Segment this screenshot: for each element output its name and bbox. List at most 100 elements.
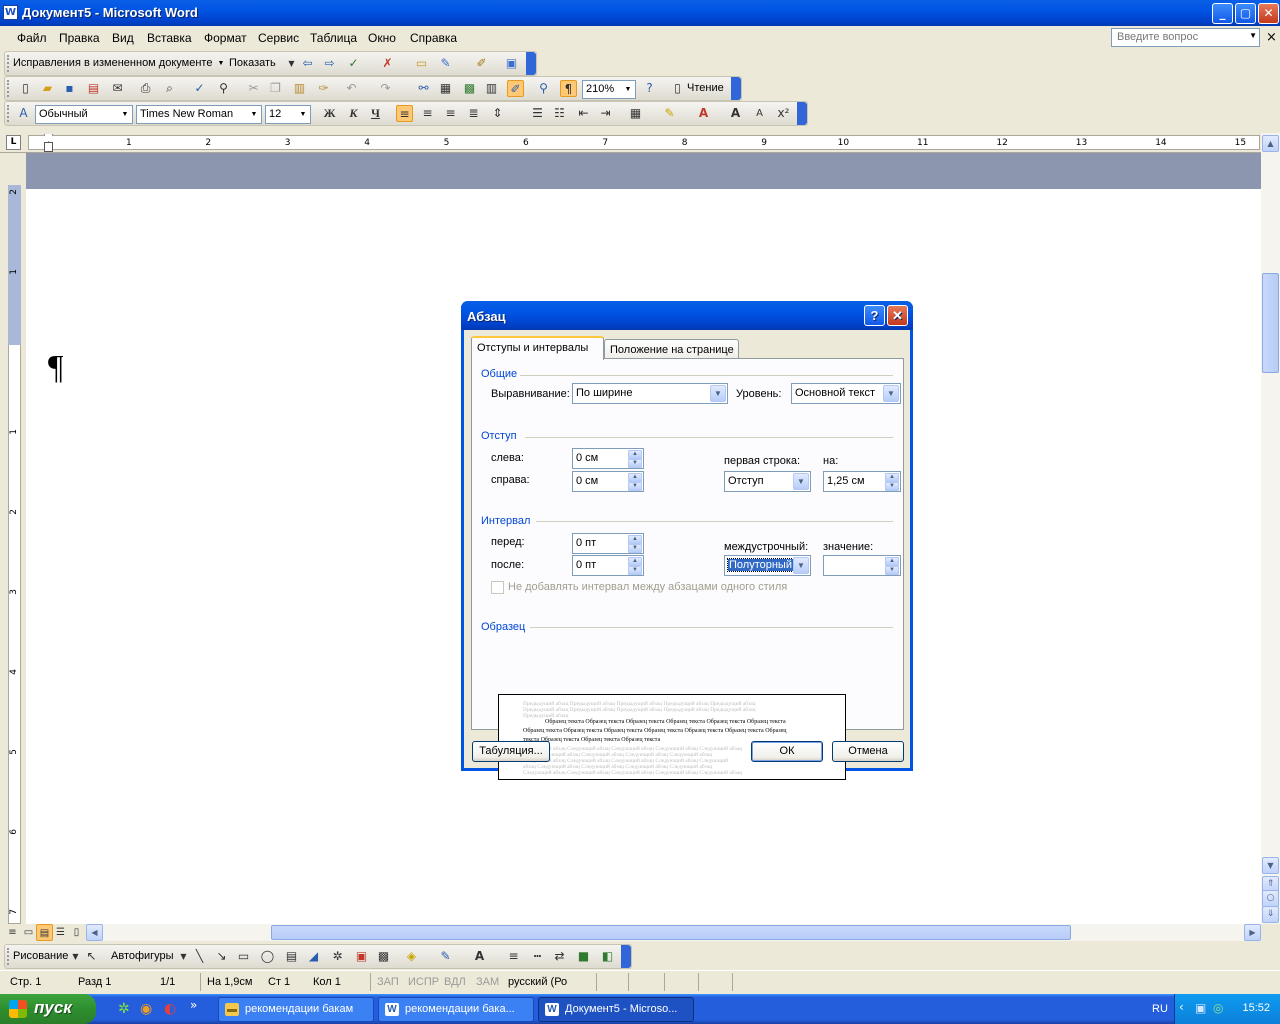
spin-down-icon[interactable]: ▼ bbox=[628, 566, 642, 575]
language-indicator[interactable]: RU bbox=[1152, 1003, 1168, 1015]
redo-icon[interactable]: ↷ bbox=[377, 80, 394, 97]
spacing-after-spinner[interactable]: 0 пт ▲ ▼ bbox=[572, 555, 644, 576]
cancel-button[interactable]: Отмена bbox=[832, 741, 904, 762]
scroll-down-button[interactable]: ▼ bbox=[1262, 857, 1279, 874]
italic-button[interactable]: К bbox=[345, 105, 362, 122]
email-icon[interactable]: ✉ bbox=[109, 80, 126, 97]
new-document-icon[interactable]: ▯ bbox=[17, 80, 34, 97]
align-left-icon[interactable]: ≡ bbox=[396, 105, 413, 122]
spin-down-icon[interactable]: ▼ bbox=[628, 482, 642, 491]
reviewing-pane-icon[interactable]: ✐ bbox=[473, 55, 490, 72]
reject-change-icon[interactable]: ✗ bbox=[379, 55, 396, 72]
web-view-icon[interactable]: ▭ bbox=[20, 924, 37, 941]
oval-icon[interactable]: ◯ bbox=[259, 948, 276, 965]
reading-view-icon[interactable]: ▯ bbox=[68, 924, 85, 941]
chevron-down-icon[interactable]: ▼ bbox=[175, 948, 192, 965]
align-center-icon[interactable]: ≡ bbox=[419, 105, 436, 122]
toolbar-grip[interactable] bbox=[7, 80, 10, 97]
normal-view-icon[interactable]: ≡ bbox=[4, 924, 21, 941]
insert-hyperlink-icon[interactable]: ⚯ bbox=[415, 80, 432, 97]
ok-button[interactable]: ОК bbox=[751, 741, 823, 762]
horizontal-scroll-thumb[interactable] bbox=[271, 925, 1071, 940]
quicklaunch-more-icon[interactable]: » bbox=[190, 998, 197, 1012]
menu-tools[interactable]: Сервис bbox=[258, 31, 299, 45]
line-style-icon[interactable]: ≡ bbox=[505, 948, 522, 965]
horizontal-ruler[interactable]: L 1 2 3 4 5 6 7 8 9 10 11 12 13 14 15 bbox=[0, 132, 1280, 153]
tables-borders-icon[interactable]: ▦ bbox=[437, 80, 454, 97]
quicklaunch-icon-1[interactable]: ✲ bbox=[118, 1001, 130, 1017]
chevron-down-icon[interactable]: ▼ bbox=[283, 55, 300, 72]
tabs-button[interactable]: Табуляция... bbox=[472, 741, 550, 762]
indent-left-spinner[interactable]: 0 см ▲ ▼ bbox=[572, 448, 644, 469]
previous-change-icon[interactable]: ⇦ bbox=[299, 55, 316, 72]
paste-icon[interactable]: ▥ bbox=[291, 80, 308, 97]
fill-color-icon[interactable]: ◈ bbox=[403, 948, 420, 965]
line-icon[interactable]: ╲ bbox=[191, 948, 208, 965]
line-color-icon[interactable]: ✎ bbox=[437, 948, 454, 965]
wordart-icon[interactable]: ◢ bbox=[305, 948, 322, 965]
menu-window[interactable]: Окно bbox=[368, 31, 396, 45]
select-objects-icon[interactable]: ↖ bbox=[83, 948, 100, 965]
draw-menu-button[interactable]: Рисование bbox=[13, 950, 68, 962]
increase-indent-icon[interactable]: ⇥ bbox=[597, 105, 614, 122]
indent-right-spinner[interactable]: 0 см ▲ ▼ bbox=[572, 471, 644, 492]
next-page-button[interactable]: ⇓ bbox=[1262, 906, 1279, 923]
copy-icon[interactable]: ❐ bbox=[267, 80, 284, 97]
justify-icon[interactable]: ≣ bbox=[465, 105, 482, 122]
arrow-style-icon[interactable]: ⇄ bbox=[551, 948, 568, 965]
minimize-button[interactable]: _ bbox=[1212, 3, 1233, 24]
vertical-scroll-thumb[interactable] bbox=[1262, 273, 1279, 373]
spin-up-icon[interactable]: ▲ bbox=[628, 473, 642, 482]
reviewing-pane-toggle-icon[interactable]: ▣ bbox=[503, 55, 520, 72]
line-spacing-select[interactable]: Полуторный ▼ bbox=[724, 555, 811, 576]
scroll-left-button[interactable]: ◀ bbox=[86, 924, 103, 941]
scroll-right-button[interactable]: ▶ bbox=[1244, 924, 1261, 941]
accept-change-icon[interactable]: ✓ bbox=[345, 55, 362, 72]
highlight-icon[interactable]: ✎ bbox=[661, 105, 678, 122]
insert-excel-icon[interactable]: ▩ bbox=[461, 80, 478, 97]
status-overtype[interactable]: ЗАМ bbox=[476, 976, 499, 988]
vertical-scrollbar[interactable]: ▲ ▼ ⇑ ○ ⇓ bbox=[1261, 133, 1280, 924]
shrink-font-icon[interactable]: A bbox=[751, 105, 768, 122]
spin-down-icon[interactable]: ▼ bbox=[628, 459, 642, 468]
new-comment-icon[interactable]: ▭ bbox=[413, 55, 430, 72]
underline-button[interactable]: Ч bbox=[367, 105, 384, 122]
zoom-select[interactable]: 210% ▼ bbox=[582, 80, 636, 99]
toolbar-options-icon[interactable] bbox=[621, 945, 631, 968]
diagram-icon[interactable]: ✲ bbox=[329, 948, 346, 965]
line-spacing-icon[interactable]: ⇕ bbox=[489, 105, 506, 122]
spin-up-icon[interactable]: ▲ bbox=[885, 557, 899, 566]
arrow-icon[interactable]: ↘ bbox=[213, 948, 230, 965]
quicklaunch-icon-3[interactable]: ◐ bbox=[164, 1001, 176, 1017]
shadow-icon[interactable]: ■ bbox=[575, 948, 592, 965]
styles-formatting-icon[interactable]: A bbox=[15, 105, 32, 122]
align-right-icon[interactable]: ≡ bbox=[442, 105, 459, 122]
toolbar-grip[interactable] bbox=[7, 948, 10, 965]
cut-icon[interactable]: ✂ bbox=[245, 80, 262, 97]
start-button[interactable]: пуск bbox=[0, 994, 96, 1024]
dialog-help-button[interactable]: ? bbox=[864, 305, 885, 326]
word-app-icon[interactable]: W bbox=[3, 5, 18, 20]
spin-down-icon[interactable]: ▼ bbox=[885, 566, 899, 575]
tray-expand-icon[interactable]: ‹ bbox=[1179, 1000, 1184, 1014]
drawing-icon[interactable]: ✐ bbox=[507, 80, 524, 97]
task-document5[interactable]: W Документ5 - Microso... bbox=[538, 997, 694, 1022]
markup-mode-select[interactable]: Исправления в измененном документе ▼ bbox=[10, 55, 228, 74]
print-preview-icon[interactable]: ⌕ bbox=[161, 80, 178, 97]
vertical-ruler[interactable]: 2 1 1 2 3 4 5 6 7 bbox=[0, 153, 26, 924]
first-line-select[interactable]: Отступ ▼ bbox=[724, 471, 811, 492]
rectangle-icon[interactable]: ▭ bbox=[235, 948, 252, 965]
tab-selector-icon[interactable]: L bbox=[6, 135, 21, 150]
toolbar-options-icon[interactable] bbox=[526, 52, 536, 75]
help-question-input[interactable]: Введите вопрос ▼ bbox=[1111, 28, 1260, 47]
tray-app-icon[interactable]: ◎ bbox=[1213, 1001, 1223, 1015]
dialog-close-button[interactable]: ✕ bbox=[887, 305, 908, 326]
menu-edit[interactable]: Правка bbox=[59, 31, 100, 45]
clock[interactable]: 15:52 bbox=[1242, 1002, 1270, 1014]
research-icon[interactable]: ⚲ bbox=[215, 80, 232, 97]
chevron-down-icon[interactable]: ▼ bbox=[67, 948, 84, 965]
spin-down-icon[interactable]: ▼ bbox=[885, 482, 899, 491]
font-color-icon[interactable]: A bbox=[471, 948, 488, 965]
track-changes-icon[interactable]: ✎ bbox=[437, 55, 454, 72]
autoshapes-button[interactable]: Автофигуры bbox=[111, 950, 174, 962]
